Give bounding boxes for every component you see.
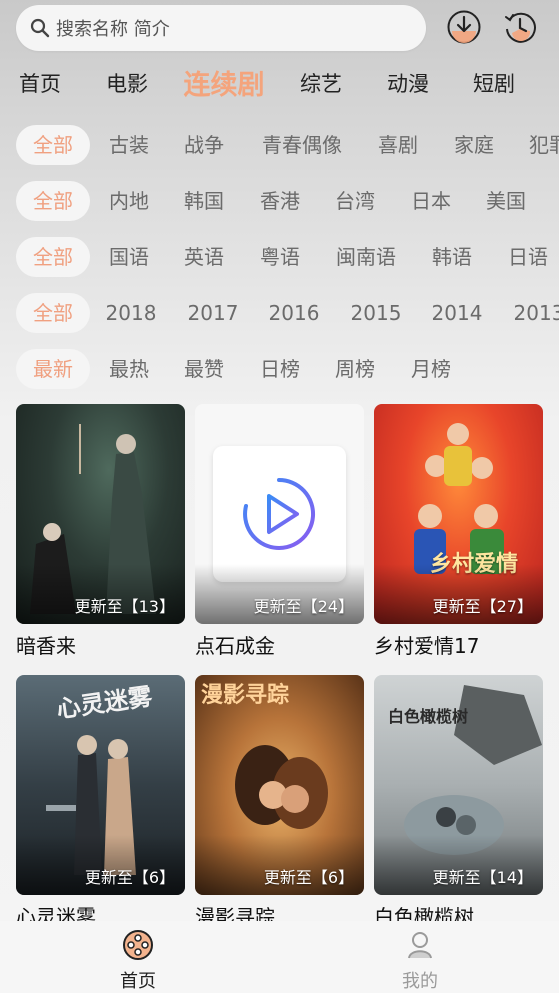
category-tabs: 首页 电影 连续剧 综艺 动漫 短剧 (0, 64, 559, 104)
tab-short-drama[interactable]: 短剧 (473, 68, 515, 98)
search-icon (30, 18, 50, 38)
filter-year-item[interactable]: 2015 (351, 293, 402, 333)
filter-region-all[interactable]: 全部 (16, 181, 90, 221)
bottom-nav-mine-label: 我的 (402, 971, 438, 992)
filter-language-item[interactable]: 粤语 (260, 237, 300, 277)
sort-weekly[interactable]: 周榜 (335, 349, 375, 389)
sort-most-liked[interactable]: 最赞 (184, 349, 224, 389)
bottom-nav-home[interactable]: 首页 (98, 929, 178, 993)
filter-language-item[interactable]: 韩语 (432, 237, 472, 277)
update-badge: 更新至【6】 (263, 868, 354, 887)
sort-monthly[interactable]: 月榜 (411, 349, 451, 389)
video-title: 暗香来 (16, 634, 76, 658)
filter-language-item[interactable]: 国语 (109, 237, 149, 277)
sort-hottest[interactable]: 最热 (109, 349, 149, 389)
filter-year-item[interactable]: 2016 (269, 293, 320, 333)
filter-genre-item[interactable]: 青春偶像 (262, 125, 342, 165)
update-badge: 更新至【24】 (253, 597, 354, 616)
tab-series[interactable]: 连续剧 (184, 63, 265, 102)
poster-image[interactable]: 更新至【13】 (16, 404, 185, 624)
filter-language-item[interactable]: 日语 (508, 237, 548, 277)
filter-year-item[interactable]: 2014 (432, 293, 483, 333)
filter-language-item[interactable]: 英语 (184, 237, 224, 277)
update-badge: 更新至【13】 (74, 597, 175, 616)
bottom-nav-home-label: 首页 (120, 971, 156, 992)
profile-icon (408, 932, 432, 959)
bottom-nav-mine[interactable]: 我的 (380, 929, 460, 993)
history-icon[interactable] (502, 9, 538, 45)
poster-image[interactable]: 漫影寻踪 更新至【6】 (195, 675, 364, 895)
video-card[interactable]: 漫影寻踪 更新至【6】 漫影寻踪 (195, 675, 364, 930)
filter-year-item[interactable]: 2013 (514, 293, 559, 333)
update-badge: 更新至【14】 (432, 868, 533, 887)
filter-genre-item[interactable]: 喜剧 (378, 125, 418, 165)
video-card[interactable]: 更新至【24】 点石成金 (195, 404, 364, 659)
update-badge: 更新至【6】 (84, 868, 175, 887)
poster-image[interactable]: 更新至【24】 (195, 404, 364, 624)
search-bar[interactable]: 搜索名称 简介 (16, 5, 426, 51)
filter-year-all[interactable]: 全部 (16, 293, 90, 333)
filter-row-year: 全部 2018 2017 2016 2015 2014 2013 (0, 293, 559, 333)
video-card[interactable]: 更新至【13】 暗香来 (16, 404, 185, 659)
filter-genre-all[interactable]: 全部 (16, 125, 90, 165)
poster-title-text: 白色橄榄树 (388, 707, 469, 726)
search-placeholder: 搜索名称 简介 (56, 19, 170, 40)
filter-region-item[interactable]: 台湾 (335, 181, 375, 221)
poster-title-text: 漫影寻踪 (201, 683, 290, 708)
filter-row-language: 全部 国语 英语 粤语 闽南语 韩语 日语 (0, 237, 559, 277)
filter-row-genre: 全部 古装 战争 青春偶像 喜剧 家庭 犯罪 (0, 125, 559, 165)
filter-genre-item[interactable]: 家庭 (454, 125, 494, 165)
poster-image[interactable]: 心灵迷雾 更新至【6】 (16, 675, 185, 895)
sort-daily[interactable]: 日榜 (260, 349, 300, 389)
bottom-nav: 首页 我的 (0, 921, 559, 993)
video-card[interactable]: 白色橄榄树 更新至【14】 白色橄榄树 (374, 675, 543, 930)
sort-row: 最新 最热 最赞 日榜 周榜 月榜 (0, 349, 559, 389)
tab-variety[interactable]: 综艺 (300, 68, 342, 98)
filter-year-item[interactable]: 2018 (106, 293, 157, 333)
video-card[interactable]: 心灵迷雾 更新至【6】 心灵迷雾 (16, 675, 185, 930)
tab-movie[interactable]: 电影 (106, 68, 148, 98)
video-title: 乡村爱情17 (374, 634, 480, 658)
filter-region-item[interactable]: 韩国 (184, 181, 224, 221)
filter-region-item[interactable]: 日本 (411, 181, 451, 221)
filter-region-item[interactable]: 香港 (260, 181, 300, 221)
poster-image[interactable]: 乡村爱情 更新至【27】 (374, 404, 543, 624)
poster-image[interactable]: 白色橄榄树 更新至【14】 (374, 675, 543, 895)
filter-language-all[interactable]: 全部 (16, 237, 90, 277)
download-icon[interactable] (446, 9, 482, 45)
filter-year-item[interactable]: 2017 (188, 293, 239, 333)
tab-anime[interactable]: 动漫 (387, 68, 429, 98)
filter-genre-item[interactable]: 犯罪 (529, 125, 559, 165)
sort-latest[interactable]: 最新 (16, 349, 90, 389)
film-reel-icon (123, 930, 153, 960)
video-card[interactable]: 乡村爱情 更新至【27】 乡村爱情17 (374, 404, 543, 659)
video-title: 点石成金 (195, 634, 275, 658)
tab-home[interactable]: 首页 (19, 68, 61, 98)
filter-language-item[interactable]: 闽南语 (336, 237, 396, 277)
filter-region-item[interactable]: 内地 (109, 181, 149, 221)
filter-row-region: 全部 内地 韩国 香港 台湾 日本 美国 (0, 181, 559, 221)
update-badge: 更新至【27】 (432, 597, 533, 616)
filter-region-item[interactable]: 美国 (486, 181, 526, 221)
filter-genre-item[interactable]: 古装 (109, 125, 149, 165)
filter-genre-item[interactable]: 战争 (184, 125, 224, 165)
